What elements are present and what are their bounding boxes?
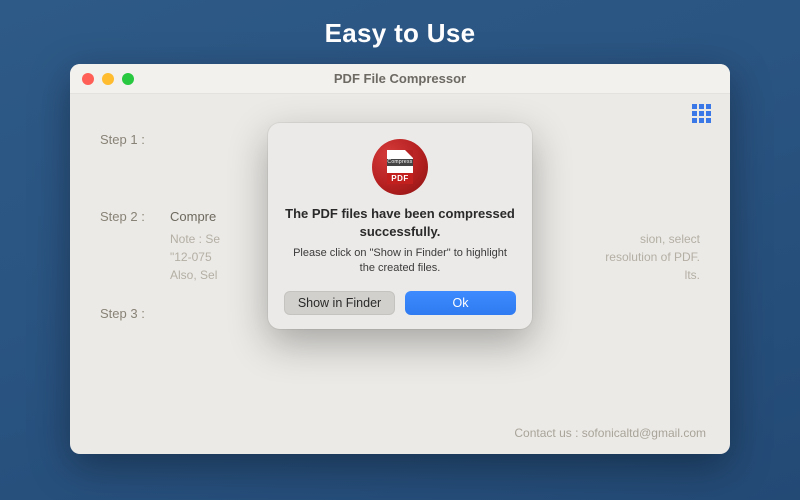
note-left-1: Note : Se bbox=[170, 230, 220, 248]
contact-text: Contact us : sofonicaltd@gmail.com bbox=[514, 426, 706, 440]
step-3-label: Step 3 : bbox=[100, 306, 170, 321]
icon-compress-label: Compress bbox=[387, 159, 413, 166]
note-right-1: sion, select bbox=[640, 230, 700, 248]
note-left-3: Also, Sel bbox=[170, 266, 217, 284]
note-left-2: "12-075 bbox=[170, 248, 212, 266]
icon-pdf-label: PDF bbox=[387, 173, 413, 184]
titlebar: PDF File Compressor bbox=[70, 64, 730, 94]
ok-button[interactable]: Ok bbox=[405, 291, 516, 315]
hero-title: Easy to Use bbox=[0, 0, 800, 49]
grid-view-icon[interactable] bbox=[692, 104, 712, 129]
window-title: PDF File Compressor bbox=[70, 71, 730, 86]
show-in-finder-button[interactable]: Show in Finder bbox=[284, 291, 395, 315]
note-right-3: lts. bbox=[685, 266, 700, 284]
dialog-buttons: Show in Finder Ok bbox=[284, 291, 516, 315]
dialog-subtext: Please click on "Show in Finder" to high… bbox=[284, 246, 516, 277]
app-icon: Compress PDF bbox=[372, 139, 428, 195]
step-1-label: Step 1 : bbox=[100, 132, 170, 147]
step-2-label: Step 2 : bbox=[100, 209, 170, 284]
success-dialog: Compress PDF The PDF files have been com… bbox=[268, 123, 532, 329]
dialog-heading: The PDF files have been compressed succe… bbox=[284, 205, 516, 240]
note-right-2: resolution of PDF. bbox=[605, 248, 700, 266]
